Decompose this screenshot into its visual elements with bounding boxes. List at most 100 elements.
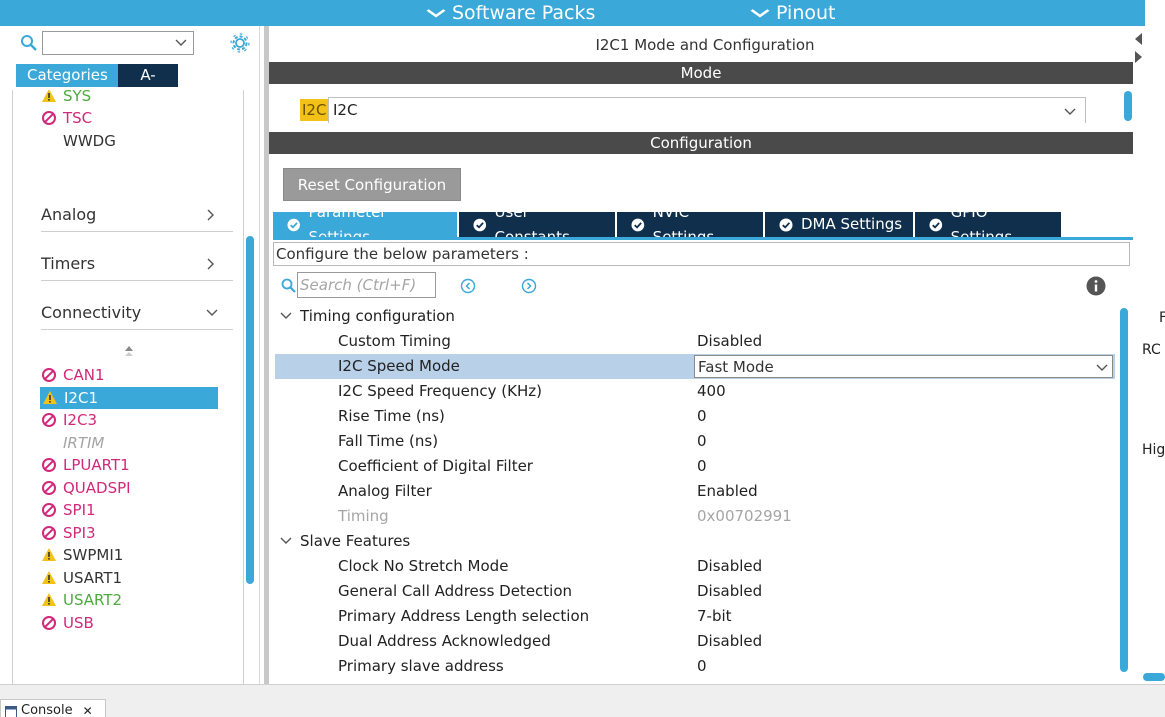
peripheral-tree: SYS TSC WWDG Analog Timers Connectivity … (12, 90, 244, 684)
sidebar-tabs: Categories A->Z (16, 64, 178, 107)
tree-item-lpuart1[interactable]: LPUART1 (41, 454, 130, 476)
chevron-down-icon[interactable] (1095, 360, 1109, 374)
tree-item-irtim[interactable]: IRTIM (63, 432, 104, 454)
param-row[interactable]: Timing 0x00702991 (275, 504, 1115, 529)
tree-item-label: SWPMI1 (63, 546, 124, 564)
tree-item-can1[interactable]: CAN1 (41, 364, 105, 386)
configuration-tabs: Parameter SettingsUser ConstantsNVIC Set… (273, 203, 1063, 246)
speed-mode-select[interactable]: Fast Mode (694, 355, 1113, 378)
param-value: Disabled (697, 332, 763, 350)
tree-item-label: USB (63, 613, 94, 632)
chevron-down-icon[interactable] (279, 310, 293, 322)
warning-icon (43, 390, 57, 404)
tab-a-to-z[interactable]: A->Z (118, 64, 178, 107)
tree-item-usart1[interactable]: USART1 (41, 567, 122, 589)
tab-gpio-settings[interactable]: GPIO Settings (915, 203, 1063, 246)
param-name: I2C Speed Frequency (KHz) (338, 382, 542, 400)
param-value: 7-bit (697, 607, 732, 625)
tree-item-spi3[interactable]: SPI3 (41, 522, 96, 544)
chevron-down-icon (426, 9, 446, 18)
pinout-menu[interactable]: Pinout (750, 0, 835, 26)
tree-item-sys[interactable]: SYS (41, 90, 91, 107)
gear-icon[interactable] (229, 32, 251, 54)
next-match-icon[interactable] (521, 278, 537, 294)
param-value: Fast Mode (698, 358, 774, 376)
param-row[interactable]: Coefficient of Digital Filter 0 (275, 454, 1115, 479)
parameter-search-input[interactable]: Search (Ctrl+F) (297, 272, 436, 298)
param-name: Clock No Stretch Mode (338, 557, 509, 575)
chevron-down-icon[interactable] (1063, 104, 1077, 118)
chevron-right-icon (207, 209, 214, 221)
param-value: Disabled (697, 632, 763, 650)
scroll-up-arrow-icon[interactable] (123, 344, 135, 358)
param-row[interactable]: I2C Speed Frequency (KHz) 400 (275, 379, 1115, 404)
category-connectivity[interactable]: Connectivity (41, 300, 233, 330)
software-packs-menu[interactable]: Software Packs (426, 0, 595, 26)
close-icon[interactable]: ✕ (83, 700, 93, 717)
param-row[interactable]: Rise Time (ns) 0 (275, 404, 1115, 429)
previous-match-icon[interactable] (460, 278, 476, 294)
console-tab-label: Console (21, 703, 73, 717)
search-icon[interactable] (20, 34, 38, 52)
category-analog[interactable]: Analog (41, 202, 233, 232)
param-row[interactable]: Clock No Stretch Mode Disabled (275, 554, 1115, 579)
disabled-icon (42, 525, 56, 540)
sidebar-scrollbar[interactable] (246, 236, 254, 584)
info-icon[interactable] (1086, 276, 1106, 296)
param-name: Analog Filter (338, 482, 432, 500)
disabled-icon (42, 615, 56, 630)
tree-item-label: IRTIM (63, 433, 105, 452)
tree-item-quadspi[interactable]: QUADSPI (41, 477, 131, 499)
param-row[interactable]: General Call Address Detection Disabled (275, 579, 1115, 604)
param-row[interactable]: Custom Timing Disabled (275, 329, 1115, 354)
param-row[interactable]: Fall Time (ns) 0 (275, 429, 1115, 454)
disabled-icon (42, 480, 56, 495)
mode-select[interactable]: I2C (328, 97, 1086, 123)
tab-nvic-settings[interactable]: NVIC Settings (617, 203, 765, 246)
tab-user-constants[interactable]: User Constants (459, 203, 617, 246)
console-tab[interactable]: Console ✕ (0, 699, 106, 717)
reset-configuration-button[interactable]: Reset Configuration (283, 168, 461, 201)
left-sidebar: Categories A->Z SYS TSC WWDG Analog Time… (0, 26, 260, 684)
peripheral-search-combo[interactable] (42, 31, 194, 55)
tab-parameter-settings[interactable]: Parameter Settings (273, 203, 459, 246)
top-menu-bar: Software Packs Pinout (0, 0, 1145, 26)
param-name: Primary slave address (338, 657, 504, 675)
tree-item-label: I2C1 (64, 388, 98, 407)
tree-item-wwdg[interactable]: WWDG (63, 130, 116, 152)
tree-item-i2c3[interactable]: I2C3 (41, 409, 97, 431)
chevron-right-icon (207, 258, 214, 270)
tree-item-tsc[interactable]: TSC (41, 107, 92, 129)
tree-item-usb[interactable]: USB (41, 612, 94, 634)
tree-item-swpmi1[interactable]: SWPMI1 (41, 544, 123, 566)
disabled-icon (42, 503, 56, 517)
tree-item-i2c1[interactable]: I2C1 (40, 386, 218, 409)
collapse-left-icon[interactable] (1134, 32, 1143, 46)
mode-scrollbar[interactable] (1124, 91, 1132, 121)
tree-item-spi1[interactable]: SPI1 (41, 499, 96, 521)
param-row[interactable]: Dual Address Acknowledged Disabled (275, 629, 1115, 654)
param-row[interactable]: I2C Speed Mode Fast Mode (275, 354, 1115, 379)
category-timers[interactable]: Timers (41, 251, 233, 281)
mode-row: I2C I2C (300, 97, 1086, 123)
param-name: Dual Address Acknowledged (338, 632, 551, 650)
section-slave[interactable]: Slave Features (275, 529, 1115, 554)
expand-right-icon[interactable] (1134, 50, 1143, 64)
param-name: Timing (338, 507, 389, 525)
parameter-scrollbar[interactable] (1120, 308, 1128, 672)
param-row[interactable]: Primary slave address 0 (275, 654, 1115, 679)
tree-item-label: QUADSPI (63, 478, 131, 497)
section-timing[interactable]: Timing configuration (275, 304, 1115, 329)
tab-dma-settings[interactable]: DMA Settings (765, 212, 915, 237)
tree-item-label: SPI3 (63, 523, 96, 542)
configuration-description: Configure the below parameters : (273, 242, 1130, 266)
right-panel-scrollbar[interactable] (1143, 673, 1165, 681)
disabled-icon (42, 368, 56, 382)
chevron-down-icon[interactable] (279, 535, 293, 547)
tab-categories[interactable]: Categories (16, 64, 118, 87)
param-row[interactable]: Analog Filter Enabled (275, 479, 1115, 504)
param-row[interactable]: Primary Address Length selection 7-bit (275, 604, 1115, 629)
chevron-down-icon[interactable] (174, 35, 188, 49)
tree-item-usart2[interactable]: USART2 (41, 589, 122, 611)
search-icon[interactable] (281, 278, 297, 294)
